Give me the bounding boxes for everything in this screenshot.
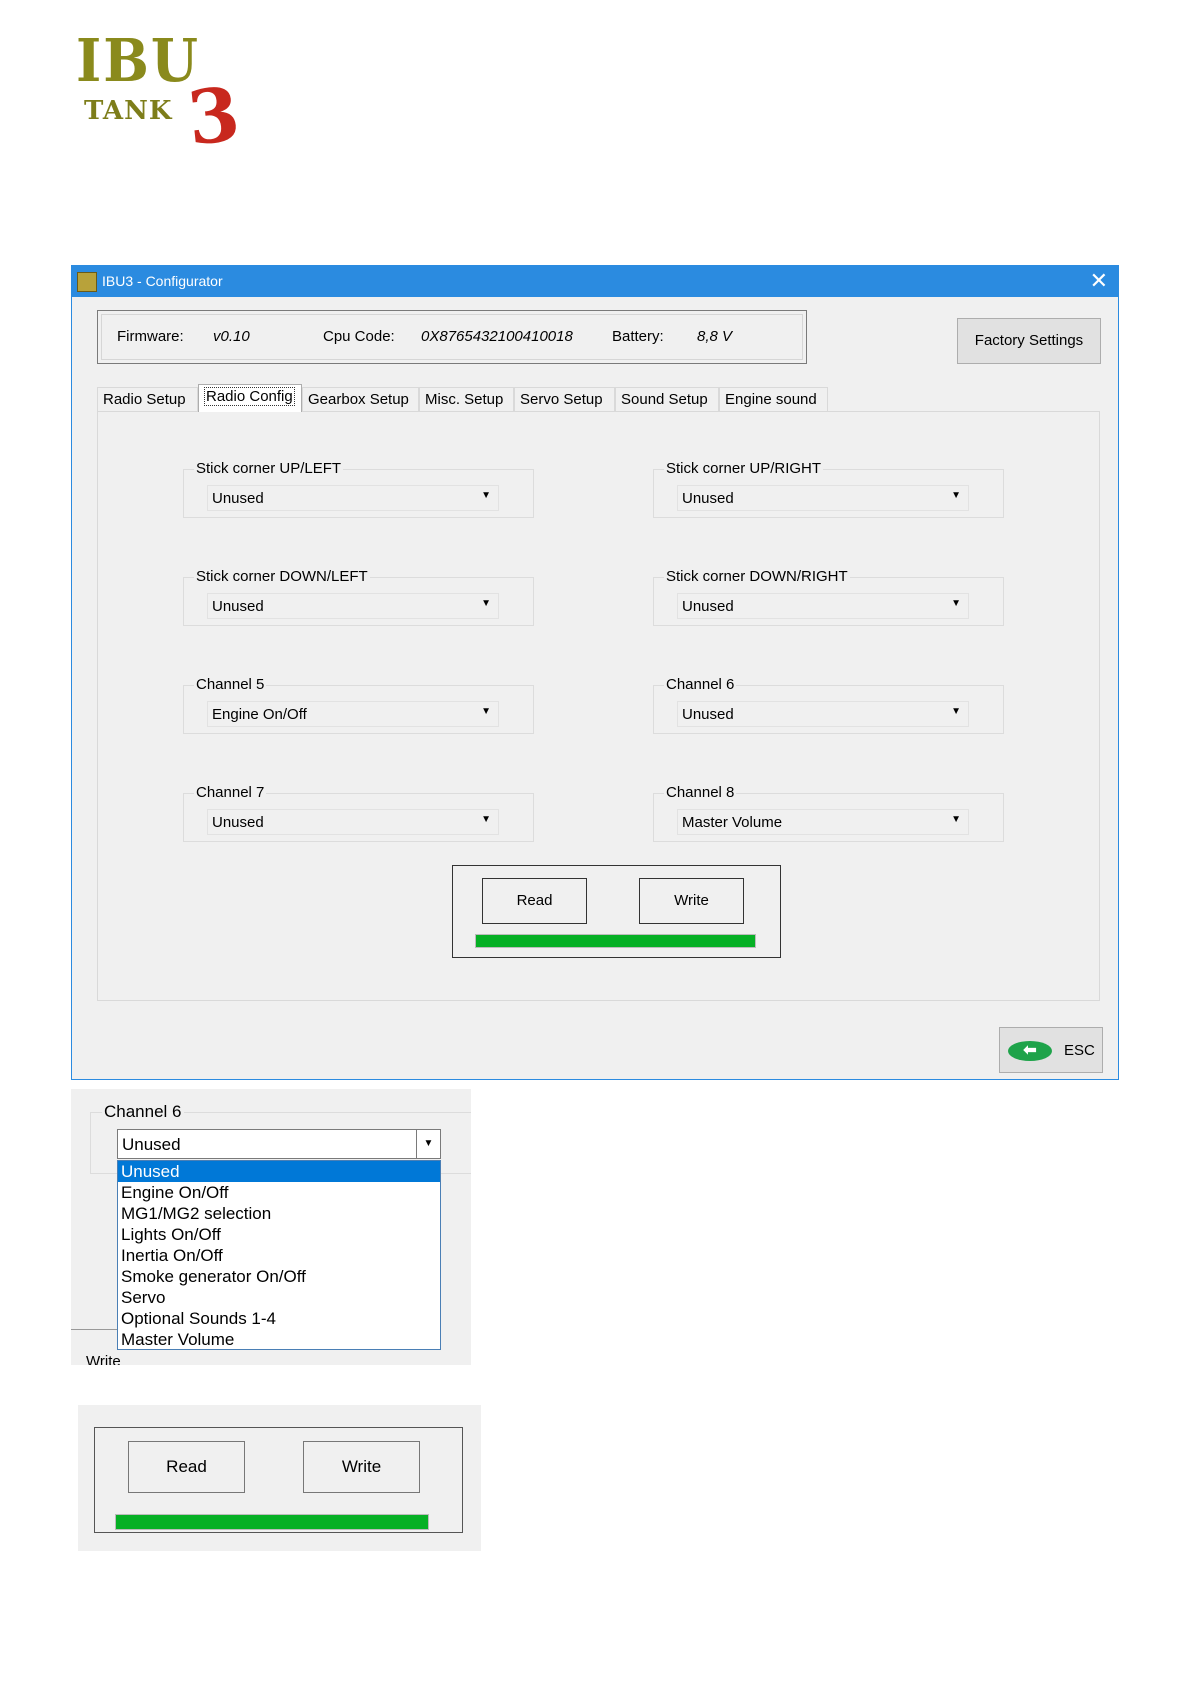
chevron-down-icon: ▼: [481, 490, 491, 501]
group-stick-down-left: Stick corner DOWN/LEFT Unused ▼: [183, 568, 534, 626]
dropdown-option[interactable]: Engine On/Off: [118, 1182, 440, 1203]
tab-gearbox-setup[interactable]: Gearbox Setup: [302, 387, 419, 412]
select-value: Unused: [122, 1135, 181, 1154]
progress-fill: [116, 1515, 428, 1529]
chevron-down-icon: ▼: [416, 1130, 440, 1158]
select-value: Unused: [682, 490, 734, 507]
stick-up-right-select[interactable]: Unused ▼: [677, 485, 969, 511]
stick-up-left-select[interactable]: Unused ▼: [207, 485, 499, 511]
write-button[interactable]: Write: [639, 878, 744, 924]
select-value: Unused: [212, 814, 264, 831]
read-write-zoom: Read Write: [78, 1405, 481, 1551]
read-write-box: Read Write: [94, 1427, 463, 1533]
group-channel-7: Channel 7 Unused ▼: [183, 784, 534, 842]
tab-servo-setup[interactable]: Servo Setup: [514, 387, 615, 412]
device-info-box: Firmware: v0.10 Cpu Code: 0X876543210041…: [97, 310, 807, 364]
chevron-down-icon: ▼: [951, 490, 961, 501]
dropdown-option[interactable]: Optional Sounds 1-4: [118, 1308, 440, 1329]
ibu-app-icon: [77, 272, 97, 292]
group-channel-8: Channel 8 Master Volume ▼: [653, 784, 1004, 842]
dropdown-option[interactable]: Unused: [118, 1161, 440, 1182]
channel-8-select[interactable]: Master Volume ▼: [677, 809, 969, 835]
select-value: Engine On/Off: [212, 706, 307, 723]
chevron-down-icon: ▼: [481, 706, 491, 717]
group-stick-up-right: Stick corner UP/RIGHT Unused ▼: [653, 460, 1004, 518]
select-value: Unused: [682, 706, 734, 723]
firmware-value: v0.10: [213, 328, 250, 345]
configurator-window: IBU3 - Configurator ✕ Firmware: v0.10 Cp…: [71, 265, 1119, 1080]
chevron-down-icon: ▼: [481, 598, 491, 609]
group-stick-down-right: Stick corner DOWN/RIGHT Unused ▼: [653, 568, 1004, 626]
select-value: Master Volume: [682, 814, 783, 831]
select-value: Unused: [212, 598, 264, 615]
read-write-box: Read Write: [452, 865, 781, 958]
group-label: Stick corner UP/RIGHT: [664, 460, 824, 477]
partial-write-label: Write: [86, 1353, 121, 1365]
channel-6-label: Channel 6: [102, 1102, 184, 1122]
tab-misc-setup[interactable]: Misc. Setup: [419, 387, 514, 412]
group-label: Stick corner DOWN/LEFT: [194, 568, 370, 585]
window-title: IBU3 - Configurator: [102, 273, 223, 289]
dropdown-option[interactable]: Inertia On/Off: [118, 1245, 440, 1266]
dropdown-option[interactable]: Servo: [118, 1287, 440, 1308]
stick-down-right-select[interactable]: Unused ▼: [677, 593, 969, 619]
read-button[interactable]: Read: [128, 1441, 245, 1493]
tab-radio-setup[interactable]: Radio Setup: [97, 387, 198, 412]
tab-engine-sound[interactable]: Engine sound: [719, 387, 828, 412]
group-label: Channel 5: [194, 676, 267, 693]
dropdown-option[interactable]: Lights On/Off: [118, 1224, 440, 1245]
chevron-down-icon: ▼: [951, 814, 961, 825]
channel-6-select-open[interactable]: Unused ▼: [117, 1129, 441, 1159]
battery-label: Battery:: [612, 328, 664, 345]
tab-sound-setup[interactable]: Sound Setup: [615, 387, 719, 412]
logo-line3: 3: [183, 71, 244, 163]
cpu-code-label: Cpu Code:: [323, 328, 395, 345]
group-channel-5: Channel 5 Engine On/Off ▼: [183, 676, 534, 734]
back-arrow-icon: ⬅: [1008, 1041, 1052, 1061]
battery-value: 8,8 V: [697, 328, 733, 345]
dropdown-zoom: Channel 6 Unused ▼ Unused Engine On/Off …: [71, 1089, 471, 1365]
tab-radio-config-label: Radio Config: [204, 387, 295, 406]
esc-label: ESC: [1064, 1042, 1095, 1059]
select-value: Unused: [682, 598, 734, 615]
cpu-code-value: 0X8765432100410018: [421, 328, 573, 345]
logo-line2: TANK: [84, 96, 173, 126]
channel-5-select[interactable]: Engine On/Off ▼: [207, 701, 499, 727]
progress-bar: [475, 934, 756, 948]
dropdown-list: Unused Engine On/Off MG1/MG2 selection L…: [117, 1160, 441, 1350]
group-label: Channel 6: [664, 676, 737, 693]
ibu-tank3-logo: IBU TANK 3: [70, 24, 250, 163]
dropdown-option[interactable]: Smoke generator On/Off: [118, 1266, 440, 1287]
progress-bar: [115, 1514, 429, 1530]
write-button[interactable]: Write: [303, 1441, 420, 1493]
title-bar: IBU3 - Configurator ✕: [72, 266, 1118, 297]
tab-radio-config[interactable]: Radio Config: [198, 384, 302, 412]
firmware-label: Firmware:: [117, 328, 184, 345]
logo-line1: IBU: [76, 24, 200, 96]
dropdown-option[interactable]: Master Volume: [118, 1329, 440, 1350]
group-label: Stick corner DOWN/RIGHT: [664, 568, 850, 585]
chevron-down-icon: ▼: [951, 706, 961, 717]
channel-7-select[interactable]: Unused ▼: [207, 809, 499, 835]
esc-button[interactable]: ⬅ ESC: [999, 1027, 1103, 1073]
select-value: Unused: [212, 490, 264, 507]
group-channel-6: Channel 6 Unused ▼: [653, 676, 1004, 734]
channel-6-select[interactable]: Unused ▼: [677, 701, 969, 727]
group-stick-up-left: Stick corner UP/LEFT Unused ▼: [183, 460, 534, 518]
stick-down-left-select[interactable]: Unused ▼: [207, 593, 499, 619]
factory-settings-button[interactable]: Factory Settings: [957, 318, 1101, 364]
chevron-down-icon: ▼: [481, 814, 491, 825]
group-label: Stick corner UP/LEFT: [194, 460, 344, 477]
chevron-down-icon: ▼: [951, 598, 961, 609]
close-icon[interactable]: ✕: [1090, 268, 1108, 294]
read-button[interactable]: Read: [482, 878, 587, 924]
group-label: Channel 8: [664, 784, 737, 801]
progress-fill: [476, 935, 755, 947]
radio-config-panel: Stick corner UP/LEFT Unused ▼ Stick corn…: [97, 411, 1100, 1001]
dropdown-option[interactable]: MG1/MG2 selection: [118, 1203, 440, 1224]
group-label: Channel 7: [194, 784, 267, 801]
